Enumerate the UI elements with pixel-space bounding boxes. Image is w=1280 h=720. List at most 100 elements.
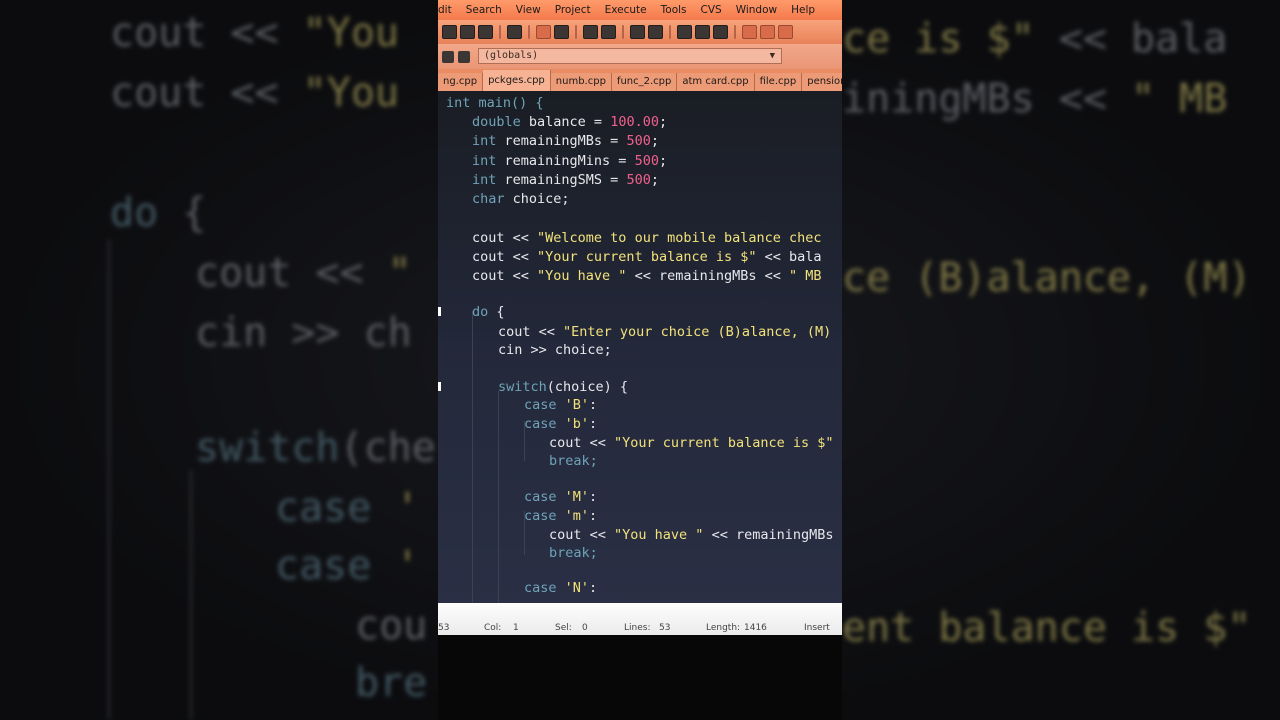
tab-atm-card[interactable]: atm card.cpp bbox=[677, 73, 755, 91]
toolbar-separator bbox=[528, 25, 530, 39]
menu-bar: dit Search View Project Execute Tools CV… bbox=[438, 0, 842, 20]
bg-line: case ' bbox=[275, 485, 420, 531]
tab-func-2[interactable]: func_2.cpp bbox=[611, 73, 678, 91]
tab-numb[interactable]: numb.cpp bbox=[550, 73, 612, 91]
code-line: int remainingSMS = 500; bbox=[472, 172, 659, 188]
bg-line: ce (B)alance, (M) bbox=[842, 255, 1252, 301]
bg-line: switch(che bbox=[195, 425, 436, 471]
tab-pckges[interactable]: pckges.cpp bbox=[483, 70, 551, 91]
replace-icon[interactable] bbox=[601, 25, 616, 39]
code-line: int remainingMins = 500; bbox=[472, 153, 668, 169]
window-icon[interactable] bbox=[778, 25, 793, 39]
toolbar-separator bbox=[622, 25, 624, 39]
status-sel-label: Sel: bbox=[555, 623, 572, 633]
bg-line: case ' bbox=[275, 543, 420, 589]
code-line: cout << "Your current balance is $" bbox=[549, 435, 834, 451]
code-line: cin >> choice; bbox=[498, 342, 612, 358]
globals-value: (globals) bbox=[484, 50, 539, 61]
code-line: cout << "You have " << remainingMBs << "… bbox=[472, 268, 822, 284]
status-length: 1416 bbox=[744, 623, 767, 633]
find-icon[interactable] bbox=[583, 25, 598, 39]
code-line: case 'b': bbox=[524, 416, 598, 432]
bg-line: iningMBs << " MB bbox=[842, 76, 1228, 122]
code-line: break; bbox=[549, 453, 598, 469]
code-line: double balance = 100.00; bbox=[472, 114, 668, 130]
indent-icon[interactable] bbox=[630, 25, 645, 39]
bg-line: cou bbox=[355, 603, 428, 649]
code-line: cout << "Your current balance is $" << b… bbox=[472, 249, 822, 265]
code-line: cout << "You have " << remainingMBs bbox=[549, 527, 834, 543]
code-line: char choice; bbox=[472, 191, 570, 207]
status-col-label: Col: bbox=[484, 623, 502, 633]
save-all-icon[interactable] bbox=[460, 25, 475, 39]
class-browser-bar: (globals) ▼ bbox=[438, 44, 842, 69]
bg-line: cout << "You bbox=[110, 70, 399, 116]
menu-help[interactable]: Help bbox=[791, 4, 815, 16]
class-icon[interactable] bbox=[442, 50, 454, 63]
bg-indent-guide bbox=[108, 240, 110, 720]
fold-marker[interactable] bbox=[438, 382, 441, 391]
file-tabs: ng.cpp pckges.cpp numb.cpp func_2.cpp at… bbox=[438, 69, 842, 91]
status-line: 53 bbox=[438, 623, 450, 633]
globals-dropdown[interactable]: (globals) ▼ bbox=[478, 48, 782, 64]
open-project-icon[interactable] bbox=[760, 25, 775, 39]
fold-marker[interactable] bbox=[438, 307, 441, 316]
undo-icon[interactable] bbox=[536, 25, 551, 39]
toolbar-separator bbox=[734, 25, 736, 39]
status-lines: 53 bbox=[659, 623, 671, 633]
code-line: int main() { bbox=[446, 95, 544, 111]
bg-line: ce is $" << bala bbox=[842, 16, 1228, 62]
menu-cvs[interactable]: CVS bbox=[701, 4, 722, 16]
indent-guide bbox=[498, 391, 499, 603]
menu-view[interactable]: View bbox=[516, 4, 541, 16]
redo-icon[interactable] bbox=[554, 25, 569, 39]
tab-ng[interactable]: ng.cpp bbox=[438, 73, 484, 91]
status-length-label: Length: bbox=[706, 623, 741, 633]
unindent-icon[interactable] bbox=[648, 25, 663, 39]
code-line: break; bbox=[549, 545, 598, 561]
bg-line: cout << "You bbox=[110, 10, 399, 56]
ide-window: dit Search View Project Execute Tools CV… bbox=[438, 0, 842, 720]
menu-edit[interactable]: dit bbox=[438, 4, 452, 16]
tab-file[interactable]: file.cpp bbox=[754, 73, 803, 91]
code-line: case 'm': bbox=[524, 508, 598, 524]
menu-search[interactable]: Search bbox=[466, 4, 502, 16]
save-icon[interactable] bbox=[442, 25, 457, 39]
close-file-icon[interactable] bbox=[478, 25, 493, 39]
code-line: int remainingMBs = 500; bbox=[472, 133, 659, 149]
members-icon[interactable] bbox=[458, 50, 470, 63]
bg-line: cout << " bbox=[195, 250, 412, 296]
code-editor[interactable]: int main() { double balance = 100.00; in… bbox=[438, 91, 842, 603]
indent-guide bbox=[472, 311, 473, 603]
screen-bottom bbox=[438, 635, 842, 720]
toolbar-separator bbox=[575, 25, 577, 39]
bg-line: ent balance is $" bbox=[842, 605, 1252, 651]
tab-pension[interactable]: pension.cpp bbox=[802, 73, 842, 91]
new-project-icon[interactable] bbox=[742, 25, 757, 39]
status-lines-label: Lines: bbox=[624, 623, 651, 633]
print-icon[interactable] bbox=[507, 25, 522, 39]
menu-project[interactable]: Project bbox=[555, 4, 591, 16]
back-icon[interactable] bbox=[677, 25, 692, 39]
status-col: 1 bbox=[513, 623, 519, 633]
bg-line: bre bbox=[355, 660, 428, 706]
code-line: case 'B': bbox=[524, 397, 598, 413]
menu-tools[interactable]: Tools bbox=[661, 4, 687, 16]
toolbar-separator bbox=[499, 25, 501, 39]
code-line: case 'N': bbox=[524, 580, 598, 596]
toolbar-separator bbox=[669, 25, 671, 39]
bg-indent-guide bbox=[190, 470, 192, 720]
code-line: do { bbox=[472, 304, 505, 320]
code-line: switch(choice) { bbox=[498, 379, 629, 395]
menu-execute[interactable]: Execute bbox=[605, 4, 647, 16]
bookmark-icon[interactable] bbox=[713, 25, 728, 39]
forward-icon[interactable] bbox=[695, 25, 710, 39]
status-mode: Insert bbox=[804, 623, 830, 633]
code-line: cout << "Welcome to our mobile balance c… bbox=[472, 230, 822, 246]
chevron-down-icon: ▼ bbox=[769, 51, 775, 61]
menu-window[interactable]: Window bbox=[736, 4, 777, 16]
toolbar bbox=[438, 20, 842, 44]
status-bar: 53 Col: 1 Sel: 0 Lines: 53 Length: 1416 … bbox=[438, 603, 842, 635]
code-line: case 'M': bbox=[524, 489, 598, 505]
code-line: cout << "Enter your choice (B)alance, (M… bbox=[498, 324, 832, 340]
